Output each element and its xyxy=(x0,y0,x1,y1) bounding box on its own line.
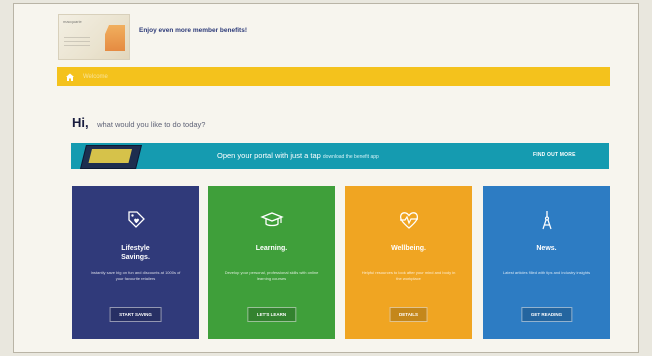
nav-bar: Welcome xyxy=(57,67,610,86)
portal-page-photo: macquarie Enjoy even more member benefit… xyxy=(13,3,639,353)
tile-title: Lifestyle Savings. xyxy=(121,245,150,261)
details-button[interactable]: DETAILS xyxy=(389,307,428,322)
home-icon[interactable] xyxy=(65,72,75,82)
banner-text: Open your portal with just a tap downloa… xyxy=(217,151,379,160)
banner-small-text: download the benefit app xyxy=(322,154,379,160)
heart-pulse-icon xyxy=(397,208,421,232)
get-reading-button[interactable]: GET READING xyxy=(520,307,573,322)
news-icon xyxy=(535,208,559,232)
card-brand: macquarie xyxy=(63,19,82,24)
tag-heart-icon xyxy=(124,208,148,232)
lets-learn-button[interactable]: LET'S LEARN xyxy=(246,307,297,322)
promo-card-image: macquarie xyxy=(58,14,130,60)
tile-description: Develop your personal, professional skil… xyxy=(224,270,319,281)
greeting-hi: Hi, xyxy=(72,115,89,130)
greeting-question: what would you like to do today? xyxy=(97,120,206,129)
banner-main-text: Open your portal with just a tap xyxy=(217,151,321,160)
tile-lifestyle-savings[interactable]: Lifestyle Savings. Instantly save big on… xyxy=(72,186,199,339)
tile-title: Learning. xyxy=(255,245,288,252)
app-banner[interactable]: Open your portal with just a tap downloa… xyxy=(71,143,609,169)
tile-title: News. xyxy=(536,245,557,252)
nav-label[interactable]: Welcome xyxy=(83,74,108,80)
tile-wellbeing[interactable]: Wellbeing. Helpful resources to look aft… xyxy=(345,186,472,339)
banner-link[interactable]: FIND OUT MORE xyxy=(533,152,576,158)
phone-screen xyxy=(88,149,132,163)
graduation-cap-icon xyxy=(259,208,284,232)
tile-description: Instantly save big on fun and discounts … xyxy=(90,270,181,281)
greeting: Hi, what would you like to do today? xyxy=(72,114,205,132)
card-logo-mark xyxy=(105,25,125,51)
phone-illustration xyxy=(80,145,142,169)
card-text-lines xyxy=(64,37,90,49)
tile-news[interactable]: News. Latest articles filled with tips a… xyxy=(483,186,610,339)
start-saving-button[interactable]: START SAVING xyxy=(109,307,162,322)
tile-learning[interactable]: Learning. Develop your personal, profess… xyxy=(208,186,335,339)
tile-description: Latest articles filled with tips and ind… xyxy=(502,270,591,275)
tile-description: Helpful resources to look after your min… xyxy=(361,270,456,281)
promo-message: Enjoy even more member benefits! xyxy=(139,27,248,34)
tile-title: Wellbeing. xyxy=(391,245,426,252)
